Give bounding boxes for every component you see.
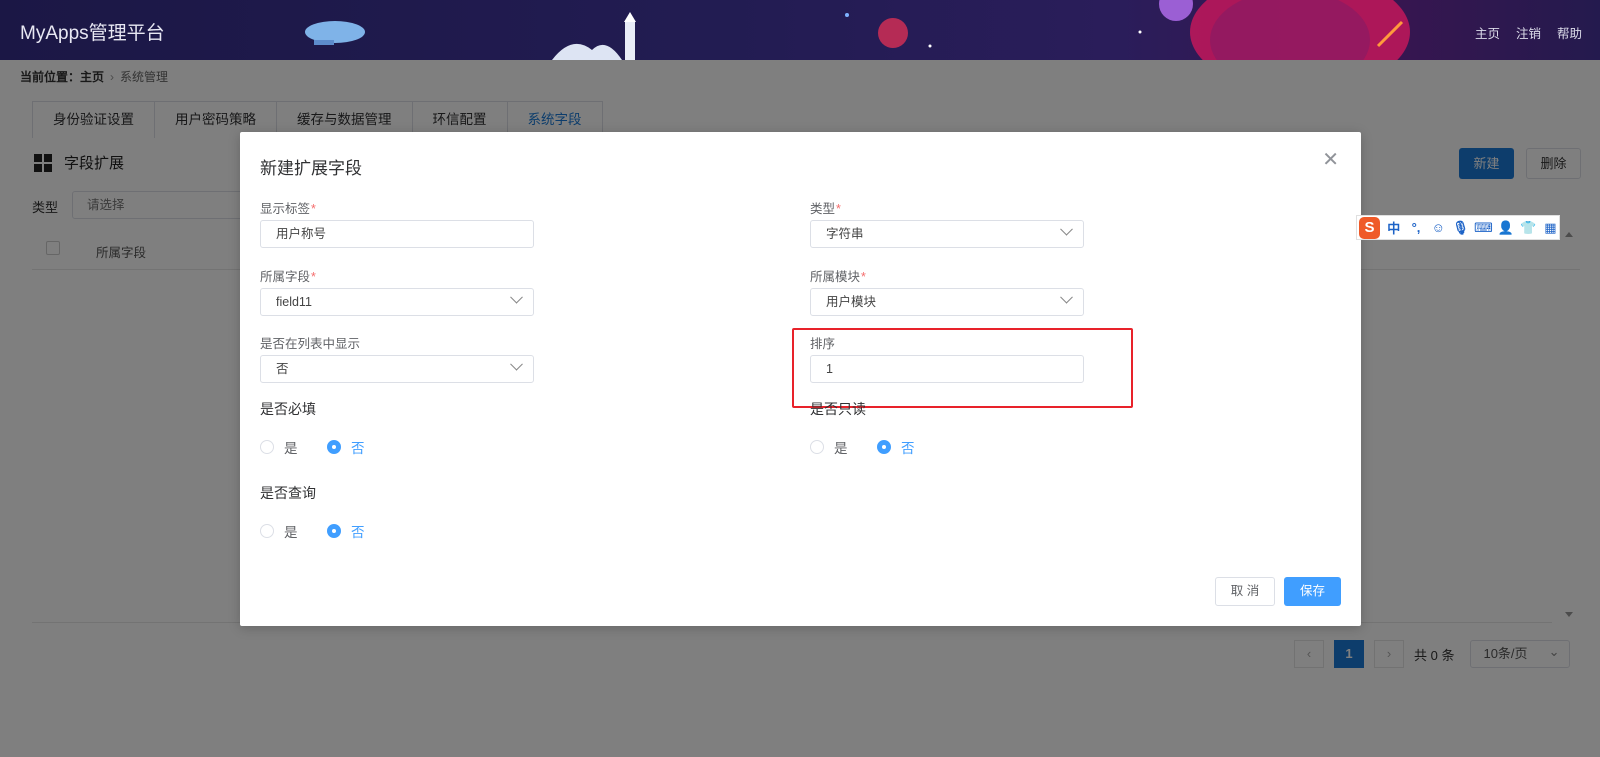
keyboard-icon[interactable]: ⌨: [1474, 220, 1493, 236]
ime-toolbar: S 中 °, ☺ 🎙 ⌨ 👤 👕 ▦: [1356, 215, 1560, 240]
readonly-group-label: 是否只读: [810, 401, 866, 417]
field-select[interactable]: field11: [260, 288, 534, 316]
top-links: 主页 注销 帮助: [1475, 23, 1582, 42]
sort-highlight-box: [792, 328, 1133, 408]
cancel-button[interactable]: 取 消: [1215, 577, 1275, 606]
top-header: MyApps管理平台 主页 注销 帮助: [0, 0, 1600, 60]
show-in-list-select[interactable]: 否: [260, 355, 534, 383]
dialog-title: 新建扩展字段: [260, 159, 362, 178]
chevron-down-icon: [1060, 290, 1073, 304]
required-group-label: 是否必填: [260, 401, 316, 417]
query-no-radio[interactable]: 否: [327, 521, 365, 541]
save-button[interactable]: 保存: [1284, 577, 1341, 606]
field-label: 所属字段*: [260, 270, 316, 284]
required-yes-radio[interactable]: 是: [260, 437, 298, 457]
punctuation-toggle[interactable]: °,: [1407, 220, 1424, 235]
logout-link[interactable]: 注销: [1516, 23, 1541, 42]
required-no-radio[interactable]: 否: [327, 437, 365, 457]
module-select[interactable]: 用户模块: [810, 288, 1084, 316]
user-icon[interactable]: 👤: [1497, 220, 1514, 236]
ime-mode-toggle[interactable]: 中: [1385, 218, 1402, 237]
query-yes-radio[interactable]: 是: [260, 521, 298, 541]
header-decoration: [305, 0, 1410, 60]
module-label: 所属模块*: [810, 270, 866, 284]
chevron-down-icon: [1060, 222, 1073, 236]
help-link[interactable]: 帮助: [1557, 23, 1582, 42]
home-link[interactable]: 主页: [1475, 23, 1500, 42]
readonly-no-radio[interactable]: 否: [877, 437, 915, 457]
app-title: MyApps管理平台: [20, 23, 165, 44]
type-select[interactable]: 字符串: [810, 220, 1084, 248]
grid-icon[interactable]: ▦: [1542, 220, 1559, 236]
sogou-logo-icon[interactable]: S: [1359, 216, 1381, 239]
emoji-icon[interactable]: ☺: [1430, 220, 1447, 235]
shirt-icon[interactable]: 👕: [1519, 220, 1536, 236]
close-icon[interactable]: ✕: [1322, 150, 1339, 170]
display-label-label: 显示标签*: [260, 202, 316, 216]
type-label: 类型*: [810, 202, 841, 216]
chevron-down-icon: [510, 357, 523, 371]
query-group-label: 是否查询: [260, 485, 316, 501]
chevron-down-icon: [510, 290, 523, 304]
readonly-yes-radio[interactable]: 是: [810, 437, 848, 457]
microphone-icon[interactable]: 🎙: [1452, 220, 1469, 236]
display-label-input[interactable]: 用户称号: [260, 220, 534, 248]
show-in-list-label: 是否在列表中显示: [260, 337, 361, 351]
new-field-dialog: 新建扩展字段 ✕ 显示标签* 用户称号 所属字段* field11 是否在列表中…: [240, 132, 1361, 626]
